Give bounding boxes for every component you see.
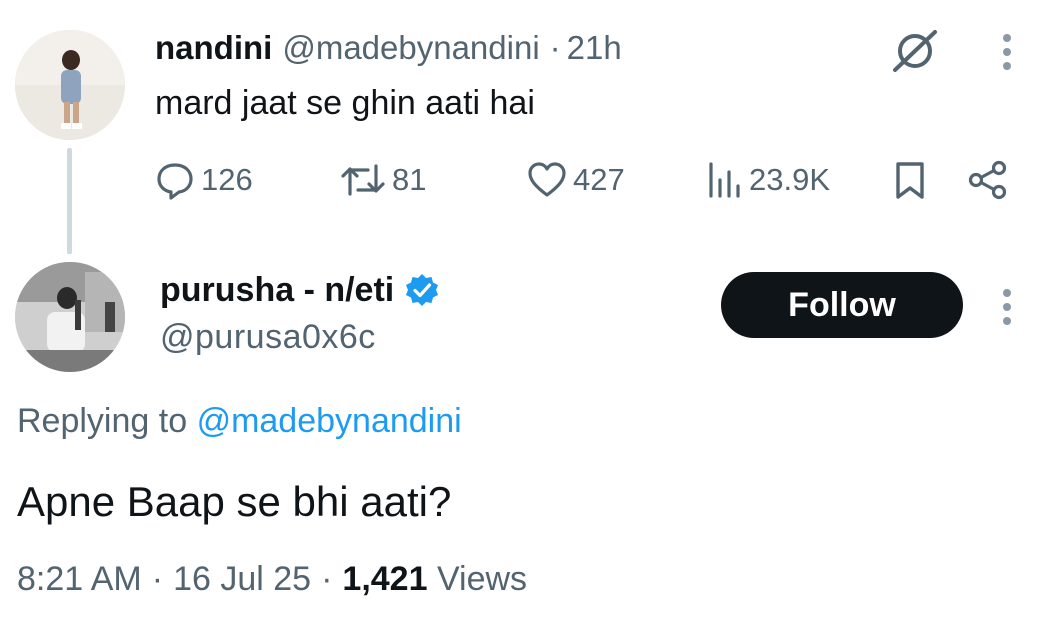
avatar-purusha[interactable] [15, 262, 125, 372]
follow-button[interactable]: Follow [721, 272, 963, 338]
parent-display-name[interactable]: nandini [155, 29, 272, 67]
main-tweet-text: Apne Baap se bhi aati? [17, 478, 452, 525]
replying-to-line: Replying to @madebynandini [17, 402, 462, 441]
parent-separator: · [549, 29, 561, 66]
main-more-button[interactable] [995, 287, 1019, 327]
main-display-name[interactable]: purusha - n/eti [160, 271, 394, 310]
reply-button[interactable]: 126 [155, 160, 253, 200]
bar-chart-icon [709, 162, 740, 198]
verified-badge-icon [406, 274, 439, 306]
more-dots-icon [1003, 34, 1011, 70]
tweet-meta-line: 8:21 AM · 16 Jul 25 · 1,421 Views [17, 560, 527, 599]
tweet-date[interactable]: 16 Jul 25 [173, 560, 311, 599]
views-total: 1,421 Views [342, 560, 527, 599]
views-total-count: 1,421 [342, 560, 428, 598]
repost-button[interactable]: 81 [340, 160, 426, 200]
parent-tweet-header: nandini @madebynandini · 21h [155, 26, 622, 70]
main-handle[interactable]: @purusa0x6c [160, 318, 376, 357]
bookmark-button[interactable] [890, 160, 930, 200]
like-count: 427 [573, 162, 625, 197]
share-button[interactable] [967, 160, 1009, 200]
parent-handle[interactable]: @madebynandini [282, 29, 539, 67]
main-tweet-header: purusha - n/eti [160, 268, 440, 312]
avatar-nandini[interactable] [15, 30, 125, 140]
bookmark-icon [896, 162, 924, 199]
parent-timestamp[interactable]: 21h [567, 29, 622, 67]
replying-to-handle[interactable]: @madebynandini [197, 402, 462, 440]
parent-tweet-text: mard jaat se ghin aati hai [155, 84, 535, 122]
meta-separator-1: · [151, 560, 164, 598]
meta-separator-2: · [321, 560, 333, 598]
share-icon [968, 160, 1007, 200]
reply-bubble-icon [157, 163, 193, 200]
replying-to-label: Replying to [17, 402, 188, 440]
tweet-time[interactable]: 8:21 AM [17, 560, 142, 599]
views-total-label: Views [436, 560, 528, 598]
like-button[interactable]: 427 [527, 160, 625, 200]
parent-more-button[interactable] [995, 32, 1019, 72]
heart-icon [528, 162, 566, 197]
views-stat[interactable]: 23.9K [707, 160, 830, 200]
thread-connector-line [67, 148, 72, 254]
views-count: 23.9K [749, 162, 831, 197]
grok-icon [893, 30, 937, 72]
repost-icon [341, 164, 385, 196]
more-dots-icon [1003, 289, 1011, 325]
repost-count: 81 [392, 162, 427, 197]
reply-count: 126 [201, 162, 253, 197]
grok-button[interactable] [890, 26, 940, 76]
